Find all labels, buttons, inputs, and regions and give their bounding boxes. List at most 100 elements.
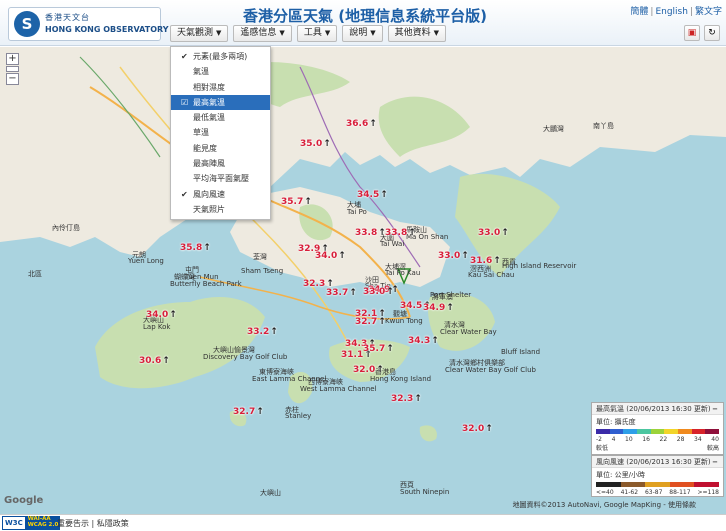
tick-label: 28: [676, 436, 685, 443]
menu-weather-observation[interactable]: 天氣觀測 ▼: [170, 25, 229, 42]
menu-help[interactable]: 說明 ▼: [342, 25, 383, 42]
screenshot-button[interactable]: ▣: [684, 25, 700, 41]
dropdown-item[interactable]: 相對濕度: [171, 80, 270, 95]
temperature-value: 30.6: [139, 356, 162, 366]
wind-arrow-icon: ↑: [304, 197, 312, 207]
place-label: Tai Wai: [380, 240, 405, 248]
legend-header[interactable]: 風向風速 (20/06/2013 16:30 更新) −: [592, 456, 723, 468]
tick-label: 16: [642, 436, 650, 443]
w3c-logo: W3C: [2, 516, 26, 530]
station-temperature[interactable]: 31.6↑: [470, 256, 501, 266]
menu-other-info[interactable]: 其他資料 ▼: [387, 25, 447, 42]
dropdown-item[interactable]: ✔ 風向風速: [171, 187, 270, 202]
legend-header[interactable]: 最高氣溫 (20/06/2013 16:30 更新) −: [592, 403, 723, 415]
legend-unit: 單位: 公里/小時: [596, 471, 645, 479]
station-temperature[interactable]: 33.0↑: [363, 287, 394, 297]
station-temperature[interactable]: 35.8↑: [180, 243, 211, 253]
dropdown-item[interactable]: 最低氣溫: [171, 110, 270, 125]
lang-text-link[interactable]: 繁文字: [695, 7, 722, 17]
footer-links[interactable]: 重要告示 | 私隱政策: [57, 518, 129, 529]
place-label: Bluff Island: [501, 348, 541, 356]
dropdown-item[interactable]: 平均海平面氣壓: [171, 171, 270, 186]
legend-high-label: 較高: [706, 445, 719, 452]
dropdown-item[interactable]: 天氣照片: [171, 202, 270, 217]
hko-logo[interactable]: S 香港天文台 HONG KONG OBSERVATORY: [8, 7, 169, 41]
menu-remote-sensing[interactable]: 遙感信息 ▼: [233, 25, 292, 42]
station-temperature[interactable]: 32.0↑: [462, 424, 493, 434]
temperature-value: 34.3: [408, 336, 431, 346]
station-temperature[interactable]: 32.7↑: [233, 407, 264, 417]
station-temperature[interactable]: 30.6↑: [139, 356, 170, 366]
place-label: South Ninepin: [400, 488, 450, 496]
dropdown-item[interactable]: 草溫: [171, 125, 270, 140]
menu-label: 遙感信息: [240, 28, 277, 38]
station-temperature[interactable]: 32.0↑: [353, 365, 384, 375]
station-temperature[interactable]: 33.0↑: [478, 228, 509, 238]
station-temperature[interactable]: 33.8↑: [385, 228, 416, 238]
check-icon: ☑: [181, 97, 189, 107]
w3c-wcag-badge[interactable]: W3C WAI-AA WCAG 2.0: [2, 516, 61, 530]
tick-label: 88-117: [669, 489, 691, 496]
wind-arrow-icon: ↑: [501, 228, 509, 238]
temperature-value: 32.0: [462, 424, 485, 434]
station-temperature[interactable]: 35.7↑: [281, 197, 312, 207]
color-swatch: [669, 482, 695, 487]
refresh-button[interactable]: ↻: [704, 25, 720, 41]
color-swatch: [623, 429, 638, 434]
minimize-icon[interactable]: −: [712, 403, 718, 415]
dropdown-item[interactable]: 能見度: [171, 141, 270, 156]
station-temperature[interactable]: 34.0↑: [146, 310, 177, 320]
check-icon: ✔: [181, 52, 188, 61]
station-temperature[interactable]: 34.0↑: [315, 251, 346, 261]
dropdown-item[interactable]: ☑ 最高氣溫: [171, 94, 270, 111]
wind-arrow-icon: ↑: [386, 344, 394, 354]
language-bar: 簡體 | English | 繁文字: [630, 7, 722, 17]
temp-ticks: -2 4 10 16 22 28 34 40: [592, 436, 723, 443]
wind-arrow-icon: ↑: [376, 365, 384, 375]
dropdown-item[interactable]: ✔ 元素(最多兩項): [171, 49, 270, 64]
dropdown-item-label: 能見度: [193, 143, 217, 153]
temperature-value: 35.7: [363, 344, 386, 354]
legend-title: 最高氣溫: [596, 405, 624, 413]
place-label: Hong Kong Island: [370, 375, 432, 383]
place-label: Sham Tseng: [241, 267, 284, 275]
dropdown-item[interactable]: 最高陣風: [171, 156, 270, 171]
lang-simplified-link[interactable]: 簡體: [630, 7, 648, 17]
temperature-value: 32.3: [303, 279, 326, 289]
wind-arrow-icon: ↑: [386, 287, 394, 297]
tick-label: 41-62: [620, 489, 639, 496]
station-temperature[interactable]: 33.7↑: [326, 288, 357, 298]
menu-label: 其他資料: [394, 28, 431, 38]
zoom-controls: + −: [6, 53, 19, 86]
zoom-in-button[interactable]: +: [6, 53, 19, 65]
station-temperature[interactable]: 34.3↑: [408, 336, 439, 346]
menu-label: 說明: [349, 28, 368, 38]
minimize-icon[interactable]: −: [712, 456, 718, 468]
temperature-value: 31.1: [341, 350, 364, 360]
lang-english-link[interactable]: English: [655, 7, 688, 17]
dropdown-item-label: 元素(最多兩項): [193, 52, 248, 61]
zoom-slider-handle[interactable]: [6, 66, 19, 72]
color-swatch: [609, 429, 624, 434]
place-label: Tai Po Kau: [385, 269, 421, 277]
station-temperature[interactable]: 33.8↑: [355, 228, 386, 238]
station-temperature[interactable]: 32.3↑: [391, 394, 422, 404]
temperature-value: 31.6: [470, 256, 493, 266]
color-swatch: [705, 429, 720, 434]
page-title: 香港分區天氣 (地理信息系統平台版): [243, 7, 487, 25]
legend-updated: (20/06/2013 16:30 更新): [626, 405, 711, 413]
map-copyright[interactable]: 地圖資料©2013 AutoNavi, Google MapKing - 使用條…: [513, 500, 696, 510]
place-label: Port Shelter: [430, 291, 472, 299]
tick-label: 34: [694, 436, 702, 443]
station-temperature[interactable]: 33.2↑: [247, 327, 278, 337]
menu-tools[interactable]: 工具 ▼: [296, 25, 338, 42]
station-temperature[interactable]: 32.7↑: [355, 317, 386, 327]
station-temperature[interactable]: 34.5↑: [357, 190, 388, 200]
zoom-out-button[interactable]: −: [6, 73, 19, 85]
station-temperature[interactable]: 34.9↑: [423, 303, 454, 313]
dropdown-item[interactable]: 氣溫: [171, 64, 270, 79]
station-temperature[interactable]: 33.0↑: [438, 251, 469, 261]
station-temperature[interactable]: 36.6↑: [346, 119, 377, 129]
station-temperature[interactable]: 35.0↑: [300, 139, 331, 149]
station-temperature[interactable]: 35.7↑: [363, 344, 394, 354]
